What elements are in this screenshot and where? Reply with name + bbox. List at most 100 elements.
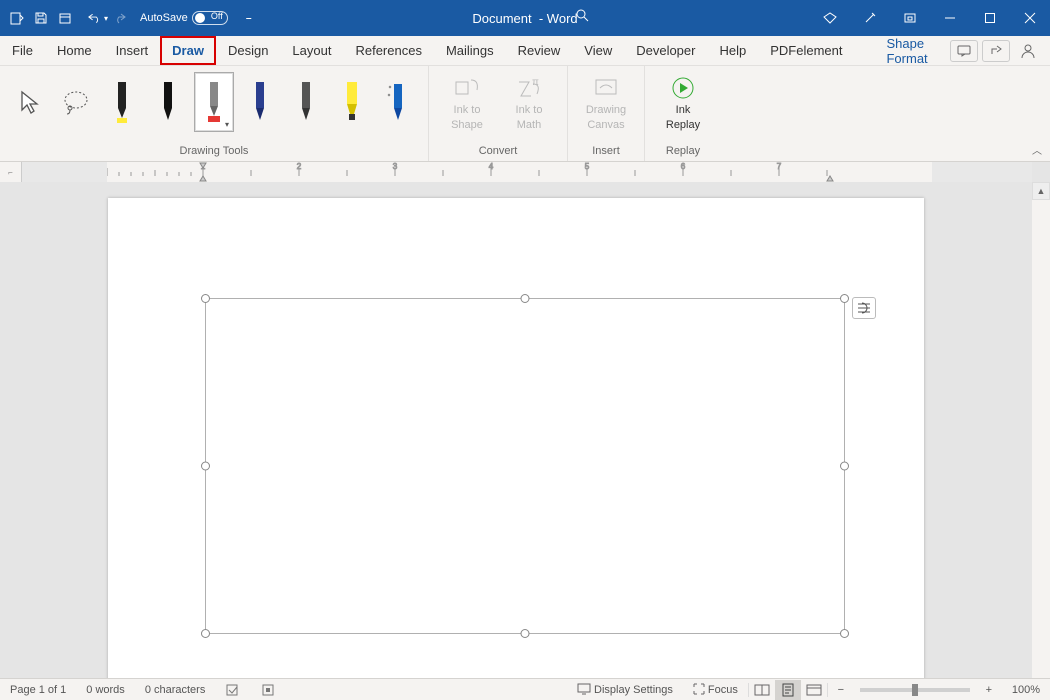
tab-view[interactable]: View [572,36,624,65]
status-page[interactable]: Page 1 of 1 [0,684,76,696]
zoom-level[interactable]: 100% [1002,684,1050,696]
close-button[interactable] [1010,0,1050,36]
tab-insert[interactable]: Insert [104,36,161,65]
autosave-switch[interactable]: Off [192,11,228,25]
tab-developer[interactable]: Developer [624,36,707,65]
status-bar: Page 1 of 1 0 words 0 characters Display… [0,678,1050,700]
tab-home[interactable]: Home [45,36,104,65]
drawing-canvas-button[interactable]: Drawing Canvas [578,72,634,131]
qat-customize-icon[interactable]: ⎯ [238,7,260,29]
document-page[interactable] [108,198,924,678]
coming-soon-icon[interactable] [850,0,890,36]
window-controls [810,0,1050,36]
group-label-replay: Replay [666,145,700,159]
tab-mailings[interactable]: Mailings [434,36,506,65]
svg-text:3: 3 [393,162,398,171]
minimize-button[interactable] [930,0,970,36]
scroll-up-icon[interactable]: ▲ [1032,182,1050,200]
search-button[interactable] [575,8,589,22]
status-chars[interactable]: 0 characters [135,684,216,696]
pen-black[interactable] [148,72,188,132]
svg-text:4: 4 [489,162,494,171]
comments-icon[interactable] [950,40,978,62]
ribbon-group-insert: Drawing Canvas Insert [568,66,645,161]
zoom-out-button[interactable]: − [828,680,854,700]
group-label-tools: Drawing Tools [180,145,249,159]
resize-handle[interactable] [840,294,849,303]
pen-red-selected[interactable]: ▾ [194,72,234,132]
view-read-mode[interactable] [749,680,775,700]
tab-review[interactable]: Review [506,36,573,65]
highlighter-yellow[interactable] [332,72,372,132]
collapse-ribbon-icon[interactable]: ︿ [1032,142,1042,157]
menu-bar: File Home Insert Draw Design Layout Refe… [0,36,1050,66]
resize-handle[interactable] [521,294,530,303]
svg-text:6: 6 [681,162,686,171]
tab-shape-format[interactable]: Shape Format [874,36,950,65]
autosave-label: AutoSave [140,12,188,24]
resize-handle[interactable] [201,294,210,303]
resize-handle[interactable] [840,629,849,638]
status-macro-icon[interactable] [251,683,285,697]
svg-text:7: 7 [777,162,782,171]
share-icon[interactable] [982,40,1010,62]
ribbon-group-drawing-tools: ▾ Drawing Tools [0,66,429,161]
pen-gray[interactable] [286,72,326,132]
horizontal-ruler[interactable]: 1 2 3 4 5 6 7 [22,162,1032,182]
maximize-button[interactable] [970,0,1010,36]
undo-icon[interactable]: ▾ [86,7,108,29]
autosave-toggle[interactable]: AutoSave Off [140,11,228,25]
view-print-layout[interactable] [775,680,801,700]
tab-layout[interactable]: Layout [280,36,343,65]
resize-handle[interactable] [840,462,849,471]
vertical-scrollbar[interactable]: ▲ [1032,182,1050,678]
pen-sparkle-blue[interactable] [378,72,418,132]
pen-black-yellow[interactable] [102,72,142,132]
svg-text:5: 5 [585,162,590,171]
resize-handle[interactable] [521,629,530,638]
chevron-down-icon[interactable]: ▾ [225,120,229,129]
window-title: Document - Word [472,11,577,26]
qat-export-icon[interactable] [6,7,28,29]
focus-button[interactable]: Focus [683,683,748,696]
account-icon[interactable] [1014,40,1042,62]
ink-to-shape-button[interactable]: Ink to Shape [439,72,495,131]
display-settings-button[interactable]: Display Settings [567,683,683,696]
group-label-insert: Insert [592,145,620,159]
resize-handle[interactable] [201,462,210,471]
group-label-convert: Convert [479,145,518,159]
svg-text:π: π [532,77,539,88]
zoom-in-button[interactable]: + [976,680,1002,700]
qat-open-icon[interactable] [54,7,76,29]
zoom-slider[interactable] [860,688,970,692]
ruler-corner: ⌐ [0,162,22,182]
ink-replay-button[interactable]: Ink Replay [655,72,711,131]
tab-design[interactable]: Design [216,36,280,65]
resize-handle[interactable] [201,629,210,638]
tab-draw[interactable]: Draw [160,36,216,65]
tab-references[interactable]: References [343,36,433,65]
tab-pdfelement[interactable]: PDFelement [758,36,854,65]
pen-blue-galaxy[interactable] [240,72,280,132]
quick-access-toolbar: ▾ AutoSave Off ⎯ [0,7,260,29]
page-area[interactable] [0,182,1032,678]
save-icon[interactable] [30,7,52,29]
ink-to-math-button[interactable]: π Ink to Math [501,72,557,131]
layout-options-icon[interactable] [852,297,876,319]
ribbon-display-icon[interactable] [890,0,930,36]
selected-drawing-canvas[interactable] [205,298,845,634]
tab-help[interactable]: Help [707,36,758,65]
ribbon-group-replay: Ink Replay Replay [645,66,721,161]
select-tool[interactable] [10,72,50,132]
status-words[interactable]: 0 words [76,684,135,696]
tab-file[interactable]: File [0,36,45,65]
view-web-layout[interactable] [801,680,827,700]
redo-icon[interactable] [110,7,132,29]
ribbon-group-convert: Ink to Shape π Ink to Math Convert [429,66,568,161]
title-bar: ▾ AutoSave Off ⎯ Document - Word [0,0,1050,36]
premium-icon[interactable] [810,0,850,36]
lasso-tool[interactable] [56,72,96,132]
zoom-thumb[interactable] [912,684,918,696]
document-workspace: ⌐ 1 2 3 4 5 [0,162,1050,678]
status-spelling-icon[interactable] [215,683,251,697]
